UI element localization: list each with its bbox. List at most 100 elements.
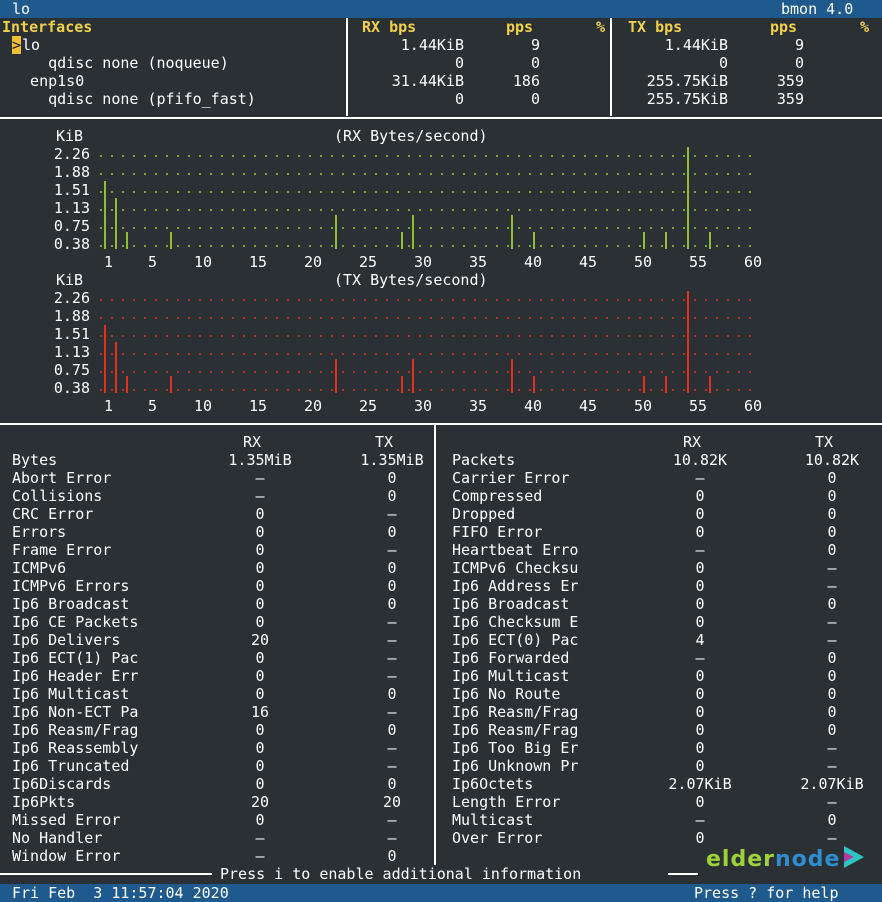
interface-name: qdisc none (pfifo_fast) bbox=[12, 90, 256, 108]
tx-graph-title: (TX Bytes/second) bbox=[334, 271, 488, 289]
interface-row[interactable]: enp1s0 31.44KiB 186 255.75KiB 359 bbox=[0, 72, 882, 90]
stat-tx-value: 0 bbox=[387, 847, 397, 865]
separator-middle bbox=[0, 423, 882, 425]
x-tick-label: 60 bbox=[744, 397, 763, 415]
stats-left-tx-header: TX bbox=[375, 433, 394, 451]
x-tick-label: 55 bbox=[689, 253, 708, 271]
rx-pps-value: 0 bbox=[530, 54, 540, 72]
stat-row: Ip6 Unknown Pr 0 – bbox=[0, 757, 882, 775]
x-tick-label: 5 bbox=[148, 253, 158, 271]
stat-tx-value: – bbox=[827, 613, 837, 631]
stat-name: Heartbeat Erro bbox=[452, 541, 579, 559]
interface-row[interactable]: qdisc none (noqueue) 0 0 0 0 bbox=[0, 54, 882, 72]
chart-bar bbox=[665, 231, 667, 249]
y-tick-label: 0.75 bbox=[53, 217, 90, 235]
play-arrow-icon bbox=[844, 846, 865, 868]
y-tick-label: 1.88 bbox=[53, 163, 90, 181]
stat-row: Ip6 Too Big Er 0 – bbox=[0, 739, 882, 757]
stat-tx-value: 0 bbox=[827, 649, 837, 667]
stat-name: Over Error bbox=[452, 829, 543, 847]
stat-name: Ip6 Forwarded bbox=[452, 649, 570, 667]
stat-name: Ip6 Address Er bbox=[452, 577, 579, 595]
header-rx-bps: RX bps bbox=[362, 18, 417, 36]
rx-bps-value: 31.44KiB bbox=[391, 72, 464, 90]
stat-rx-value: 0 bbox=[695, 505, 705, 523]
stat-rx-value: 0 bbox=[695, 757, 705, 775]
y-tick-label: 1.51 bbox=[53, 181, 90, 199]
grid-dots bbox=[100, 155, 760, 157]
stat-row: Ip6 Forwarded – 0 bbox=[0, 649, 882, 667]
stat-tx-value: 0 bbox=[827, 667, 837, 685]
chart-bar bbox=[412, 215, 414, 249]
chart-bar bbox=[511, 215, 513, 249]
y-tick-label: 0.38 bbox=[53, 379, 90, 397]
chart-bar bbox=[170, 231, 172, 249]
selection-marker: > bbox=[12, 36, 22, 54]
stat-row: Length Error 0 – bbox=[0, 793, 882, 811]
stat-row: Ip6 Checksum E 0 – bbox=[0, 613, 882, 631]
title-bar bbox=[0, 0, 882, 18]
title-app-version: bmon 4.0 bbox=[781, 0, 854, 18]
stat-name: Ip6 ECT(0) Pac bbox=[452, 631, 579, 649]
x-tick-label: 55 bbox=[689, 397, 708, 415]
rx-pps-value: 0 bbox=[530, 90, 540, 108]
stat-rx-value: 0 bbox=[695, 703, 705, 721]
chart-bar bbox=[115, 198, 117, 249]
tx-pps-value: 359 bbox=[776, 72, 804, 90]
x-tick-label: 20 bbox=[304, 253, 323, 271]
stat-name: Ip6 No Route bbox=[452, 685, 561, 703]
x-tick-label: 10 bbox=[194, 397, 213, 415]
tx-bps-value: 1.44KiB bbox=[664, 36, 728, 54]
tx-bps-value: 255.75KiB bbox=[646, 90, 728, 108]
x-tick-label: 25 bbox=[359, 397, 378, 415]
grid-dots bbox=[100, 245, 760, 247]
stat-name: Packets bbox=[452, 451, 516, 469]
chart-bar bbox=[126, 231, 128, 249]
logo-part-1: elder bbox=[706, 847, 775, 872]
title-interface-name: lo bbox=[12, 0, 31, 18]
stat-rx-value: – bbox=[695, 469, 705, 487]
interface-row[interactable]: > lo 1.44KiB 9 1.44KiB 9 bbox=[0, 36, 882, 54]
stat-rx-value: – bbox=[255, 847, 265, 865]
stat-rx-value: 0 bbox=[695, 613, 705, 631]
logo-part-2: node bbox=[774, 847, 841, 872]
rx-graph-title: (RX Bytes/second) bbox=[334, 127, 488, 145]
stat-rx-value: 2.07KiB bbox=[668, 775, 732, 793]
stat-name: ICMPv6 Checksu bbox=[452, 559, 579, 577]
stat-tx-value: – bbox=[827, 739, 837, 757]
interface-name: enp1s0 bbox=[12, 72, 85, 90]
stat-name: Dropped bbox=[452, 505, 516, 523]
chart-bar bbox=[665, 375, 667, 393]
chart-bar bbox=[126, 375, 128, 393]
x-tick-label: 50 bbox=[634, 253, 653, 271]
x-tick-label: 1 bbox=[104, 397, 114, 415]
chart-bar bbox=[687, 147, 689, 249]
stat-row: Carrier Error – 0 bbox=[0, 469, 882, 487]
stat-name: Carrier Error bbox=[452, 469, 570, 487]
chart-bar bbox=[412, 359, 414, 393]
y-tick-label: 1.51 bbox=[53, 325, 90, 343]
stat-row: Ip6 No Route 0 0 bbox=[0, 685, 882, 703]
stat-rx-value: 0 bbox=[695, 595, 705, 613]
rx-pps-value: 9 bbox=[530, 36, 540, 54]
tx-graph-unit: KiB bbox=[56, 271, 84, 289]
interface-row[interactable]: qdisc none (pfifo_fast) 0 0 255.75KiB 359 bbox=[0, 90, 882, 108]
chart-bar bbox=[511, 359, 513, 393]
stat-name: Ip6 Multicast bbox=[452, 667, 570, 685]
stat-tx-value: 0 bbox=[827, 541, 837, 559]
rx-pps-value: 186 bbox=[512, 72, 540, 90]
stat-rx-value: 0 bbox=[695, 577, 705, 595]
chart-bar bbox=[170, 375, 172, 393]
stat-name: Ip6 Broadcast bbox=[452, 595, 570, 613]
stats-left-rx-header: RX bbox=[243, 433, 262, 451]
header-tx-bps: TX bps bbox=[628, 18, 683, 36]
grid-dots bbox=[100, 317, 760, 319]
x-tick-label: 40 bbox=[524, 397, 543, 415]
stat-tx-value: 10.82K bbox=[804, 451, 860, 469]
footer-hint: Press i to enable additional information bbox=[220, 865, 582, 883]
header-interfaces: Interfaces bbox=[2, 18, 93, 36]
stat-row: FIFO Error 0 0 bbox=[0, 523, 882, 541]
stat-tx-value: 0 bbox=[827, 595, 837, 613]
chart-bar bbox=[104, 324, 106, 393]
stat-rx-value: – bbox=[695, 649, 705, 667]
